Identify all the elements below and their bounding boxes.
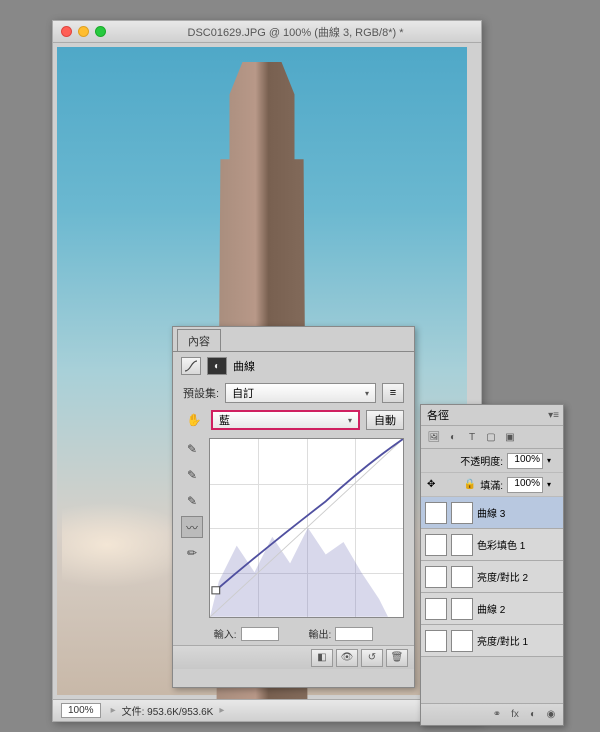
layer-item[interactable]: 亮度/對比 2	[421, 561, 563, 593]
layer-mask-add-icon[interactable]: ◐	[525, 708, 541, 722]
layer-item[interactable]: 色彩填色 1	[421, 529, 563, 561]
fill-row: ✥ 🔒 填滿: 100% ▾	[421, 473, 563, 497]
adjustment-type-label: 曲線	[233, 358, 255, 374]
delete-adjustment-icon[interactable]: 🗑	[386, 649, 408, 667]
layer-name: 曲線 2	[477, 601, 559, 616]
curve-point-tool-icon[interactable]: 〰	[181, 516, 203, 538]
layers-panel: 各徑 ▾≡ 🖼 ◐ T ▢ ▣ 不透明度: 100% ▾ ✥ 🔒 填滿: 100…	[420, 404, 564, 726]
curve-line	[210, 439, 403, 617]
filter-smart-icon[interactable]: ▣	[501, 428, 519, 446]
curves-icon[interactable]	[181, 357, 201, 375]
eyedropper-gray-icon[interactable]: ✎	[181, 464, 203, 486]
layer-mask-icon[interactable]	[451, 566, 473, 588]
divider: ▸	[111, 705, 116, 716]
view-previous-icon[interactable]: 👁	[336, 649, 358, 667]
chevron-down-icon[interactable]: ▾	[547, 456, 557, 465]
layer-mask-icon[interactable]	[451, 598, 473, 620]
layer-mask-icon[interactable]	[451, 534, 473, 556]
layer-name: 亮度/對比 2	[477, 569, 559, 584]
panel-tabs: 內容	[173, 327, 414, 351]
channel-value: 藍	[219, 412, 230, 428]
channel-row: ✋ 藍 ▾ 自動	[173, 406, 414, 434]
layer-name: 亮度/對比 1	[477, 633, 559, 648]
window-titlebar[interactable]: DSC01629.JPG @ 100% (曲線 3, RGB/8*) *	[53, 21, 481, 43]
curves-tool-column: ✎ ✎ ✎ 〰 ✏	[181, 438, 203, 618]
tab-partial-label[interactable]: 各徑	[427, 407, 449, 423]
input-output-row: 輸入: 輸出:	[173, 622, 414, 645]
clip-to-layer-icon[interactable]: ◧	[311, 649, 333, 667]
filter-image-icon[interactable]: 🖼	[425, 428, 443, 446]
lock-icon[interactable]: 🔒	[464, 479, 476, 490]
eyedropper-white-icon[interactable]: ✎	[181, 490, 203, 512]
preset-menu-button[interactable]: ≡	[382, 383, 404, 403]
eyedropper-black-icon[interactable]: ✎	[181, 438, 203, 460]
chevron-down-icon: ▾	[365, 389, 369, 398]
link-layers-icon[interactable]: ⚭	[489, 708, 505, 722]
mask-toggle-icon[interactable]: ◐	[207, 357, 227, 375]
filter-type-icon[interactable]: T	[463, 428, 481, 446]
layer-thumb-icon[interactable]	[425, 598, 447, 620]
opacity-label: 不透明度:	[460, 453, 503, 468]
layer-thumb-icon[interactable]	[425, 566, 447, 588]
panel-footer: ◧ 👁 ↺ 🗑	[173, 645, 414, 669]
filesize-display: 文件: 953.6K/953.6K	[122, 703, 214, 718]
layer-name: 色彩填色 1	[477, 537, 559, 552]
auto-button[interactable]: 自動	[366, 410, 404, 430]
input-value-field[interactable]	[241, 627, 279, 641]
fill-label: 填滿:	[480, 477, 503, 492]
reset-icon[interactable]: ↺	[361, 649, 383, 667]
preset-row: 預設集: 自訂 ▾ ≡	[173, 380, 414, 406]
layer-thumb-icon[interactable]	[425, 502, 447, 524]
fill-value-field[interactable]: 100%	[507, 477, 543, 493]
channel-dropdown[interactable]: 藍 ▾	[211, 410, 360, 430]
window-controls	[61, 26, 106, 37]
curves-graph[interactable]	[209, 438, 404, 618]
chevron-down-icon: ▾	[348, 416, 352, 425]
move-icon[interactable]: ✥	[427, 479, 435, 490]
preset-value: 自訂	[232, 385, 254, 401]
input-label: 輸入:	[214, 626, 237, 641]
curves-body: ✎ ✎ ✎ 〰 ✏	[173, 434, 414, 622]
adjustment-type-row: ◐ 曲線	[173, 352, 414, 380]
opacity-value-field[interactable]: 100%	[507, 453, 543, 469]
hand-tool-icon[interactable]: ✋	[183, 409, 205, 431]
zoom-window-button[interactable]	[95, 26, 106, 37]
opacity-row: 不透明度: 100% ▾	[421, 449, 563, 473]
new-fill-adjust-icon[interactable]: ◉	[543, 708, 559, 722]
close-window-button[interactable]	[61, 26, 72, 37]
layer-mask-icon[interactable]	[451, 630, 473, 652]
layers-panel-header: 各徑 ▾≡	[421, 405, 563, 425]
status-bar: 100% ▸ 文件: 953.6K/953.6K ▸	[53, 699, 481, 721]
preset-label: 預設集:	[183, 385, 219, 401]
filter-shape-icon[interactable]: ▢	[482, 428, 500, 446]
panel-menu-icon[interactable]: ▾≡	[548, 410, 559, 421]
chevron-down-icon[interactable]: ▾	[547, 480, 557, 489]
zoom-level[interactable]: 100%	[61, 703, 101, 718]
layers-panel-footer: ⚭ fx ◐ ◉	[421, 703, 563, 725]
preset-dropdown[interactable]: 自訂 ▾	[225, 383, 376, 403]
layer-thumb-icon[interactable]	[425, 630, 447, 652]
layer-name: 曲線 3	[477, 505, 559, 520]
window-title: DSC01629.JPG @ 100% (曲線 3, RGB/8*) *	[118, 24, 473, 40]
minimize-window-button[interactable]	[78, 26, 89, 37]
layer-item[interactable]: 曲線 3	[421, 497, 563, 529]
layer-mask-icon[interactable]	[451, 502, 473, 524]
content-panel: 內容 ◐ 曲線 預設集: 自訂 ▾ ≡ ✋ 藍 ▾ 自動 ✎ ✎ ✎ 〰 ✏	[172, 326, 415, 688]
divider: ▸	[219, 705, 224, 716]
output-label: 輸出:	[309, 626, 332, 641]
output-value-field[interactable]	[335, 627, 373, 641]
tab-content[interactable]: 內容	[177, 329, 221, 351]
layer-fx-icon[interactable]: fx	[507, 708, 523, 722]
layer-item[interactable]: 亮度/對比 1	[421, 625, 563, 657]
layer-list: 曲線 3 色彩填色 1 亮度/對比 2 曲線 2 亮度/對比 1	[421, 497, 563, 657]
layer-type-filters: 🖼 ◐ T ▢ ▣	[421, 425, 563, 449]
curve-pencil-tool-icon[interactable]: ✏	[181, 542, 203, 564]
layer-item[interactable]: 曲線 2	[421, 593, 563, 625]
filter-adjust-icon[interactable]: ◐	[444, 428, 462, 446]
layer-thumb-icon[interactable]	[425, 534, 447, 556]
